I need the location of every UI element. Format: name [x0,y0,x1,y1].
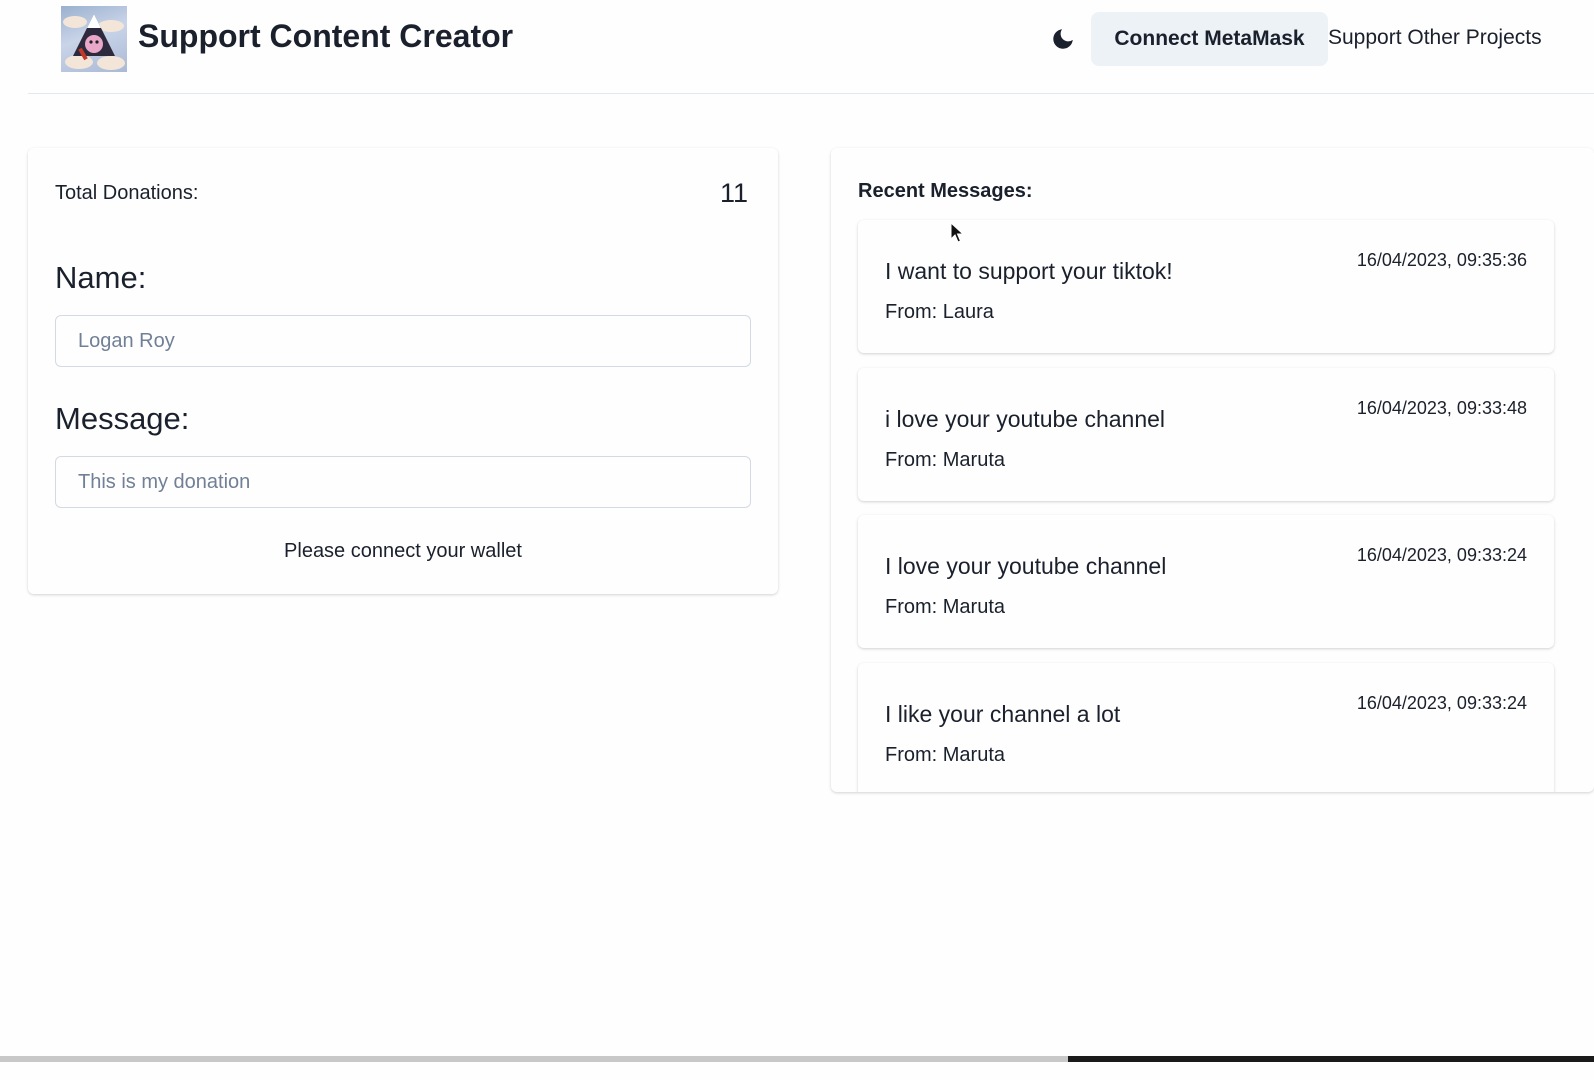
total-donations-value: 11 [719,178,748,208]
mouse-cursor-icon [950,221,965,244]
recent-messages-card: Recent Messages: I want to support your … [831,148,1594,792]
support-other-projects-link[interactable]: Support Other Projects [1328,26,1542,50]
message-text: I love your youtube channel [885,553,1167,579]
name-input[interactable] [55,315,751,367]
moon-icon [1053,29,1073,49]
message-label: Message: [55,401,190,436]
message-sender: From: Maruta [885,744,1006,766]
message-text: I like your channel a lot [885,701,1121,727]
theme-toggle-button[interactable] [1046,20,1080,58]
message-text: i love your youtube channel [885,406,1166,432]
connect-metamask-button[interactable]: Connect MetaMask [1091,12,1328,66]
name-label: Name: [55,260,147,295]
donation-form-card: Total Donations: 11 Name: Message: Pleas… [28,148,778,594]
total-donations-label: Total Donations: [55,182,199,204]
message-item: i love your youtube channel From: Maruta… [858,368,1554,501]
message-timestamp: 16/04/2023, 09:33:24 [1356,693,1527,713]
message-item: I like your channel a lot From: Maruta 1… [858,663,1554,792]
message-input[interactable] [55,456,751,508]
message-text: I want to support your tiktok! [885,258,1173,284]
message-sender: From: Maruta [885,449,1006,471]
message-timestamp: 16/04/2023, 09:35:36 [1356,250,1527,270]
top-navbar: Support Content Creator Connect MetaMask… [28,0,1594,94]
message-sender: From: Maruta [885,596,1006,618]
app-logo [61,6,127,72]
message-timestamp: 16/04/2023, 09:33:24 [1356,545,1527,565]
message-item: I love your youtube channel From: Maruta… [858,515,1554,648]
message-timestamp: 16/04/2023, 09:33:48 [1356,398,1527,418]
scrollbar-thumb[interactable] [1068,1056,1594,1062]
message-sender: From: Laura [885,301,994,323]
recent-messages-title: Recent Messages: [858,180,1033,202]
app-title: Support Content Creator [138,18,514,54]
wallet-status-text: Please connect your wallet [284,540,522,562]
